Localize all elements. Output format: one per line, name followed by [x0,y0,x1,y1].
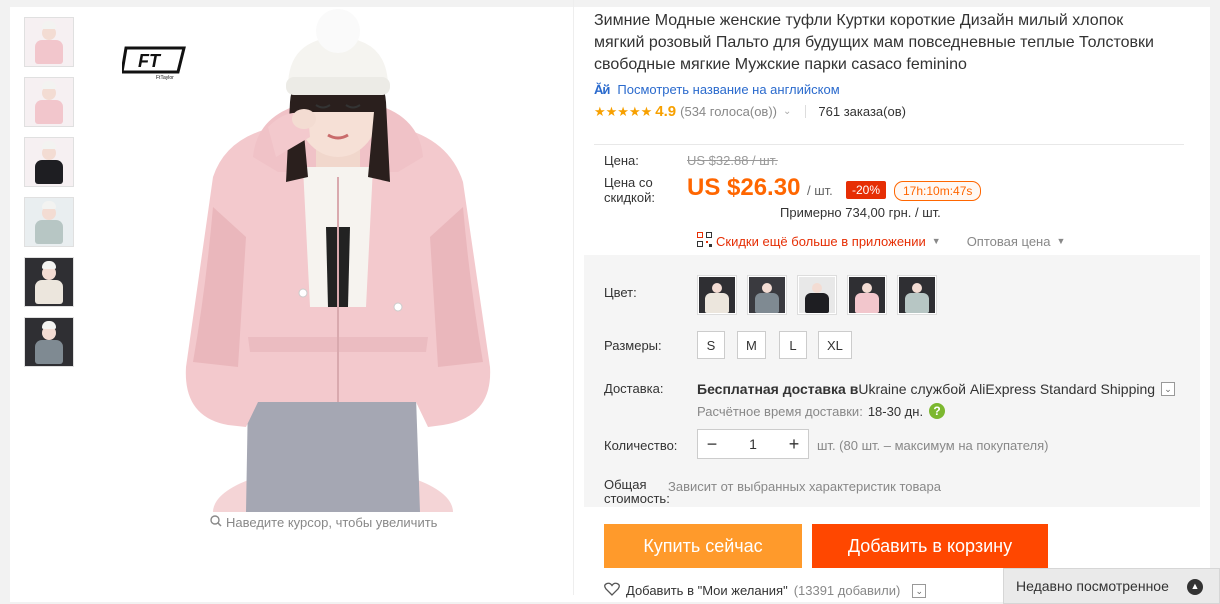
translate-row[interactable]: Ăй Посмотреть название на английском [594,82,1184,97]
approx-price: Примерно 734,00 грн. / шт. [780,205,941,220]
countdown-timer: 17h:10m:47s [894,181,982,201]
main-product-image[interactable] [98,7,578,512]
size-option-s[interactable]: S [697,331,725,359]
color-swatch-3[interactable] [797,275,837,315]
chevron-down-icon[interactable]: ⌄ [1161,382,1176,396]
discount-price-label: Цена со скидкой: [604,175,655,205]
color-swatch-1[interactable] [697,275,737,315]
shipping-service: Ukraine службой AliExpress Standard Ship… [858,381,1156,397]
app-discount-link[interactable]: Скидки ещё больше в приложении [716,234,926,249]
quantity-stepper: − 1 + [697,429,809,459]
chevron-down-icon[interactable]: ⌄ [783,106,791,117]
thumbnail-4[interactable] [24,197,74,247]
caret-down-icon[interactable]: ▼ [932,236,941,246]
thumbnail-5[interactable] [24,257,74,307]
thumbnail-6[interactable] [24,317,74,367]
app-promo-row[interactable]: Скидки ещё больше в приложении ▼ Оптовая… [697,232,1065,250]
shipping-label: Доставка: [604,381,664,396]
zoom-hint-text: Наведите курсор, чтобы увеличить [226,515,438,530]
size-option-l[interactable]: L [779,331,807,359]
divider [594,144,1184,145]
heart-plus-icon [604,582,620,599]
shipping-time-value: 18-30 дн. [867,403,924,419]
thumbnail-2[interactable] [24,77,74,127]
shipping-time-label: Расчётное время доставки: [697,403,863,419]
discount-badge: -20% [846,181,887,199]
discount-price: US $26.30 [687,174,801,201]
color-swatch-5[interactable] [897,275,937,315]
color-swatch-4[interactable] [847,275,887,315]
minus-button[interactable]: − [698,434,726,455]
shipping-prefix: Бесплатная доставка в [697,381,859,397]
size-option-xl[interactable]: XL [818,331,852,359]
thumbnail-1[interactable] [24,17,74,67]
brand-logo: FT FtTaylor [120,45,188,81]
wishlist-count: (13391 добавили) [793,583,901,598]
shipping-time-row: Расчётное время доставки: 18-30 дн. ? [697,403,946,419]
rating-separator [805,105,807,118]
translate-icon: Ăй [594,82,610,97]
recently-viewed-bar[interactable]: Недавно посмотренное ▲ [1003,568,1220,604]
column-divider [573,0,574,595]
quantity-label: Количество: [604,438,678,453]
quantity-value[interactable]: 1 [726,436,780,452]
chevron-down-icon[interactable]: ⌄ [912,583,927,598]
shipping-method[interactable]: Бесплатная доставка в Ukraine службой Al… [697,381,1176,397]
price-label: Цена: [604,153,639,168]
total-label: Общая стоимость: [604,477,670,506]
star-rating-icon: ★★★★★ [594,103,653,119]
magnifier-icon [210,515,222,530]
color-swatch-2[interactable] [747,275,787,315]
help-icon[interactable]: ? [929,403,946,419]
color-label: Цвет: [604,285,637,300]
translate-link[interactable]: Посмотреть название на английском [617,82,839,97]
add-to-cart-button[interactable]: Добавить в корзину [812,524,1048,568]
buy-now-button[interactable]: Купить сейчас [604,524,802,568]
wishlist-link[interactable]: Добавить в "Мои желания" [626,583,788,598]
rating-row: ★★★★★ 4.9 (534 голоса(ов)) ⌄ 761 заказа(… [594,103,1184,120]
wishlist-row[interactable]: Добавить в "Мои желания" (13391 добавили… [604,582,927,599]
size-option-m[interactable]: M [737,331,766,359]
thumbnail-list [24,17,74,377]
price-unit: / шт. [807,183,833,198]
zoom-hint: Наведите курсор, чтобы увеличить [210,515,437,530]
product-info: Зимние Модные женские туфли Куртки корот… [594,10,1184,120]
chevron-up-icon[interactable]: ▲ [1187,579,1203,595]
product-photo [185,9,491,512]
svg-text:FT: FT [138,51,162,71]
total-note: Зависит от выбранных характеристик товар… [668,479,941,494]
plus-button[interactable]: + [780,434,808,455]
options-panel: Цвет: Размеры: S M L XL Доставка: Бесплатна… [584,255,1200,507]
votes-count[interactable]: (534 голоса(ов)) [680,104,777,119]
qr-code-icon [697,232,712,250]
caret-down-icon[interactable]: ▼ [1056,236,1065,246]
recently-viewed-label: Недавно посмотренное [1016,578,1169,594]
product-title: Зимние Модные женские туфли Куртки корот… [594,12,1154,73]
svg-text:FtTaylor: FtTaylor [156,75,174,81]
size-label: Размеры: [604,338,662,353]
thumbnail-3[interactable] [24,137,74,187]
rating-value: 4.9 [655,103,677,120]
orders-count: 761 заказа(ов) [818,104,906,119]
wholesale-price-link[interactable]: Оптовая цена [967,234,1051,249]
quantity-note: шт. (80 шт. – максимум на покупателя) [817,438,1049,453]
old-price: US $32.88 / шт. [687,153,778,168]
